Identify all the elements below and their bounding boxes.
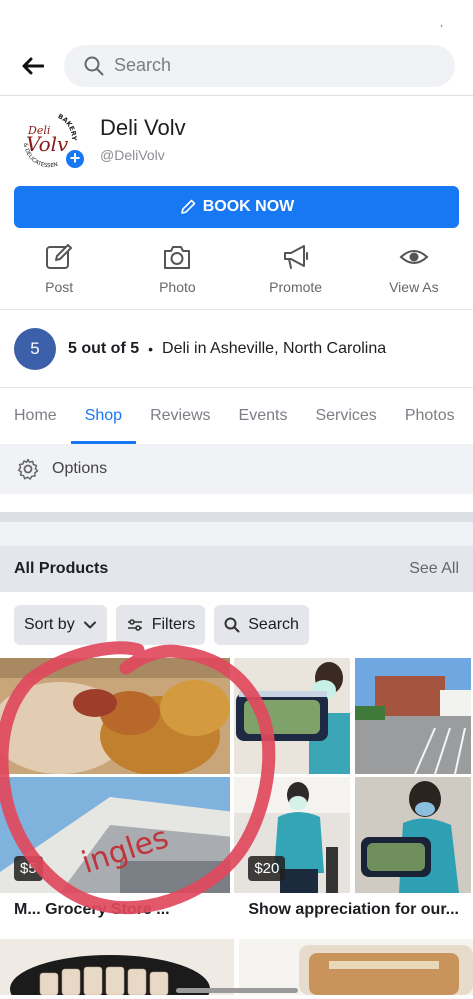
sliders-icon [127,619,142,631]
edit-icon [46,244,73,269]
price-badge: $5 [14,856,43,881]
tab-services[interactable]: Services [301,388,390,444]
product-photo-worker-holding [355,777,473,893]
product-grid-row-2 [0,939,473,995]
product-photo-worker-tray [234,658,352,774]
promote-label: Promote [269,279,323,295]
product-card[interactable]: $20 Show appreciation for our... [234,658,473,931]
logo-text: Volv [26,132,69,156]
product-photo-platter[interactable] [0,939,235,995]
product-photo-worker-seated: $20 [234,777,352,893]
home-indicator[interactable] [176,988,298,993]
pencil-icon [180,199,196,214]
rating-badge: 5 [14,327,56,370]
product-images: $20 [234,658,473,893]
price-badge: $20 [248,856,286,881]
filter-bar: Sort by Filters Search [0,592,473,658]
top-bar [0,36,473,96]
promote-action[interactable]: Promote [237,242,355,309]
filters-label: Filters [151,616,196,633]
options-label: Options [52,460,108,477]
status-mark: , [440,18,443,29]
product-search-label: Search [248,616,299,633]
all-products-title: All Products [14,560,109,577]
page-logo[interactable]: BAKERY & DELICATESSEN Deli Volv + [16,106,86,172]
page-handle: @DeliVolv [100,147,165,163]
product-card[interactable]: ingles $5 M... Grocery Store ... [0,658,231,931]
gear-icon [17,458,39,480]
tab-home[interactable]: Home [0,388,71,444]
see-all-link[interactable]: See All [409,560,459,578]
post-label: Post [45,279,74,295]
product-grid: ingles $5 M... Grocery Store ... $20 Sho… [0,658,473,931]
photo-action[interactable]: Photo [118,242,236,309]
eye-icon [399,250,429,264]
page-name: Deli Volv [100,115,186,140]
sort-by-button[interactable]: Sort by [14,605,107,645]
megaphone-icon [283,245,308,269]
product-title: M... Grocery Store ... [14,901,170,918]
view-as-action[interactable]: View As [355,242,473,309]
product-photo-food [0,658,231,774]
product-photo-building [355,658,473,774]
options-row[interactable]: Options [0,444,473,494]
search-icon [224,617,240,633]
photo-label: Photo [159,279,196,295]
page-category: Deli in Asheville, North Carolina [162,339,387,357]
view-as-label: View As [389,279,439,295]
rating-separator: • [148,340,154,357]
post-action[interactable]: Post [0,242,118,309]
page-tabs: Home Shop Reviews Events Services Photos [0,388,473,444]
divider [0,512,473,522]
product-title: Show appreciation for our... [248,901,459,918]
search-input[interactable] [114,55,394,76]
tab-reviews[interactable]: Reviews [136,388,224,444]
filters-button[interactable]: Filters [115,605,206,645]
rating-text: 5 out of 5 [68,339,140,357]
product-images: ingles $5 [0,658,231,893]
spacer [0,494,473,512]
status-bar: , [0,0,473,36]
chevron-down-icon [83,621,96,629]
product-photo-tray-dish[interactable] [238,939,473,995]
tab-events[interactable]: Events [225,388,302,444]
tab-photos[interactable]: Photos [391,388,469,444]
spacer [0,522,473,546]
product-search-button[interactable]: Search [214,605,309,645]
product-photo-storefront: ingles $5 [0,777,231,893]
all-products-header: All Products See All [0,546,473,592]
back-arrow-icon[interactable] [20,53,46,79]
admin-actions: Post Photo Promote View As [0,228,473,310]
search-icon [84,56,104,75]
sort-by-label: Sort by [24,616,75,633]
page-header: BAKERY & DELICATESSEN Deli Volv + Deli V… [0,96,473,182]
book-now-label: BOOK NOW [202,198,295,215]
camera-icon [164,246,191,269]
rating-row[interactable]: 5 5 out of 5 • Deli in Asheville, North … [0,310,473,388]
add-plus-icon[interactable]: + [64,148,86,170]
book-now-button[interactable]: BOOK NOW [14,186,459,228]
tab-shop[interactable]: Shop [70,388,137,444]
search-bar[interactable] [64,44,455,87]
